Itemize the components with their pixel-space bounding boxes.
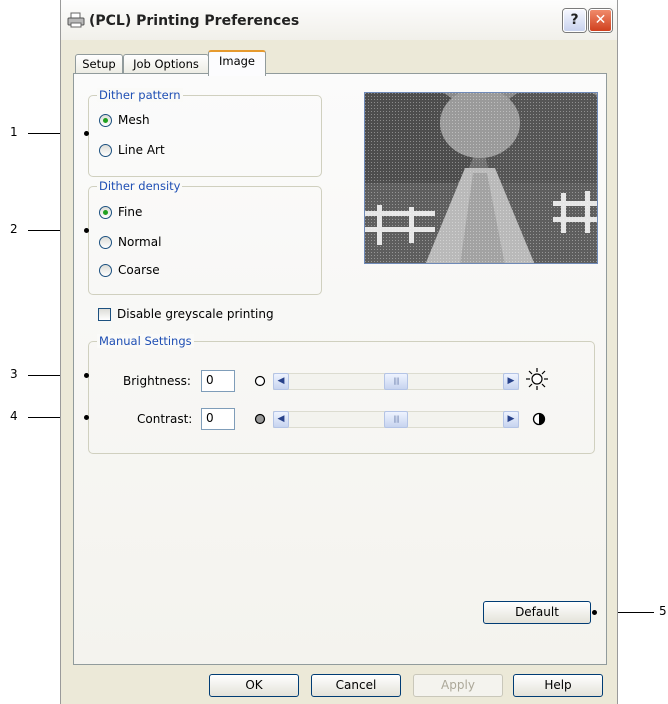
disable-greyscale-checkbox[interactable] bbox=[98, 308, 111, 321]
close-icon: ✕ bbox=[594, 12, 607, 28]
contrast-input[interactable]: 0 bbox=[201, 408, 235, 430]
tab-job-options[interactable]: Job Options bbox=[123, 54, 209, 74]
sun-icon bbox=[526, 368, 548, 390]
normal-radio[interactable] bbox=[99, 236, 112, 249]
image-tab-panel: Dither pattern Mesh Line Art Dither dens… bbox=[73, 73, 607, 665]
scroll-right-icon: ▶ bbox=[507, 376, 515, 386]
road-scene-image bbox=[365, 93, 597, 263]
callout-4: 4 bbox=[10, 409, 18, 423]
dither-density-group: Dither density Fine Normal Coarse bbox=[88, 179, 322, 295]
window-title: (PCL) Printing Preferences bbox=[89, 13, 300, 29]
scroll-left-icon: ◀ bbox=[277, 414, 285, 424]
callout-3-dot bbox=[84, 373, 89, 378]
callout-5-dot bbox=[592, 610, 597, 615]
callout-1: 1 bbox=[10, 125, 18, 139]
coarse-label[interactable]: Coarse bbox=[118, 263, 160, 277]
close-button[interactable]: ✕ bbox=[589, 9, 612, 32]
contrast-label: Contrast: bbox=[137, 412, 193, 426]
fine-label[interactable]: Fine bbox=[118, 205, 142, 219]
dither-density-label: Dither density bbox=[97, 179, 183, 193]
brightness-input[interactable]: 0 bbox=[201, 370, 235, 392]
disable-greyscale-label[interactable]: Disable greyscale printing bbox=[117, 307, 274, 321]
dither-pattern-label: Dither pattern bbox=[97, 88, 183, 102]
printer-icon bbox=[67, 12, 85, 28]
brightness-label: Brightness: bbox=[123, 374, 191, 388]
callout-3: 3 bbox=[10, 367, 18, 381]
manual-settings-group: Manual Settings Brightness: 0 ◀ |||| ▶ C… bbox=[88, 334, 595, 454]
contrast-left-arrow[interactable]: ◀ bbox=[273, 411, 289, 428]
line-art-radio[interactable] bbox=[99, 144, 112, 157]
line-art-label[interactable]: Line Art bbox=[118, 143, 165, 157]
title-bar[interactable]: (PCL) Printing Preferences ? ✕ bbox=[61, 0, 617, 40]
dither-pattern-group: Dither pattern Mesh Line Art bbox=[88, 88, 322, 177]
grip-icon: |||| bbox=[393, 415, 400, 423]
callout-1-dot bbox=[84, 131, 89, 136]
help-title-button[interactable]: ? bbox=[563, 9, 586, 32]
fine-radio[interactable] bbox=[99, 206, 112, 219]
scroll-right-icon: ▶ bbox=[507, 414, 515, 424]
cancel-button[interactable]: Cancel bbox=[311, 674, 401, 697]
coarse-radio[interactable] bbox=[99, 264, 112, 277]
normal-label[interactable]: Normal bbox=[118, 235, 161, 249]
apply-button[interactable]: Apply bbox=[413, 674, 503, 697]
contrast-low-icon bbox=[254, 413, 266, 425]
brightness-thumb[interactable]: |||| bbox=[384, 373, 408, 390]
printing-preferences-dialog: (PCL) Printing Preferences ? ✕ Setup Job… bbox=[60, 0, 618, 704]
ok-button[interactable]: OK bbox=[209, 674, 299, 697]
contrast-high-icon bbox=[532, 412, 546, 426]
tab-setup[interactable]: Setup bbox=[75, 54, 123, 74]
brightness-left-arrow[interactable]: ◀ bbox=[273, 373, 289, 390]
brightness-low-icon bbox=[254, 375, 266, 387]
contrast-slider[interactable]: ◀ |||| ▶ bbox=[273, 411, 519, 428]
scroll-left-icon: ◀ bbox=[277, 376, 285, 386]
brightness-right-arrow[interactable]: ▶ bbox=[503, 373, 519, 390]
contrast-thumb[interactable]: |||| bbox=[384, 411, 408, 428]
brightness-slider[interactable]: ◀ |||| ▶ bbox=[273, 373, 519, 390]
help-button[interactable]: Help bbox=[513, 674, 603, 697]
mesh-radio[interactable] bbox=[99, 114, 112, 127]
grip-icon: |||| bbox=[393, 377, 400, 385]
callout-2: 2 bbox=[10, 222, 18, 236]
callout-5: 5 bbox=[659, 604, 667, 618]
mesh-label[interactable]: Mesh bbox=[118, 113, 150, 127]
tab-image[interactable]: Image bbox=[208, 50, 266, 76]
dither-preview-image bbox=[364, 92, 598, 264]
default-button[interactable]: Default bbox=[483, 601, 591, 624]
manual-settings-label: Manual Settings bbox=[97, 334, 194, 348]
callout-4-dot bbox=[84, 415, 89, 420]
contrast-right-arrow[interactable]: ▶ bbox=[503, 411, 519, 428]
callout-2-dot bbox=[84, 228, 89, 233]
